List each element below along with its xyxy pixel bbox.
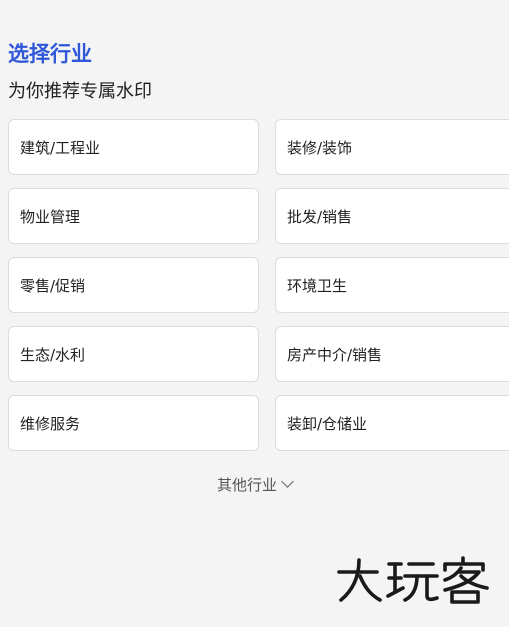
industry-card-ecology[interactable]: 生态/水利 — [8, 326, 259, 382]
industry-card-decoration[interactable]: 装修/装饰 — [275, 119, 509, 175]
page-title: 选择行业 — [8, 42, 92, 66]
other-industries-label: 其他行业 — [216, 476, 277, 494]
industry-label: 维修服务 — [20, 415, 81, 433]
industry-card-sanitation[interactable]: 环境卫生 — [275, 257, 509, 313]
chevron-down-icon — [281, 475, 294, 488]
industry-card-retail[interactable]: 零售/促销 — [8, 257, 259, 313]
industry-card-construction[interactable]: 建筑/工程业 — [8, 119, 259, 175]
industry-selection-page: 选择行业 为你推荐专属水印 建筑/工程业 装修/装饰 物业管理 批发/销售 零售… — [0, 0, 509, 627]
industry-label: 零售/促销 — [20, 277, 86, 295]
watermark-logo — [337, 556, 489, 604]
industry-label: 生态/水利 — [20, 346, 86, 364]
industry-label: 装修/装饰 — [287, 139, 353, 157]
industry-card-property-management[interactable]: 物业管理 — [8, 188, 259, 244]
industry-card-wholesale[interactable]: 批发/销售 — [275, 188, 509, 244]
industry-label: 批发/销售 — [287, 208, 353, 226]
industry-card-warehousing[interactable]: 装卸/仓储业 — [275, 395, 509, 451]
other-industries-button[interactable]: 其他行业 — [0, 474, 509, 496]
page-subtitle: 为你推荐专属水印 — [8, 81, 152, 102]
industry-card-repair[interactable]: 维修服务 — [8, 395, 259, 451]
industry-label: 装卸/仓储业 — [287, 415, 368, 433]
industry-label: 物业管理 — [20, 208, 81, 226]
industry-label: 建筑/工程业 — [20, 139, 101, 157]
industry-label: 房产中介/销售 — [287, 346, 383, 364]
industry-label: 环境卫生 — [287, 277, 348, 295]
industry-card-real-estate[interactable]: 房产中介/销售 — [275, 326, 509, 382]
